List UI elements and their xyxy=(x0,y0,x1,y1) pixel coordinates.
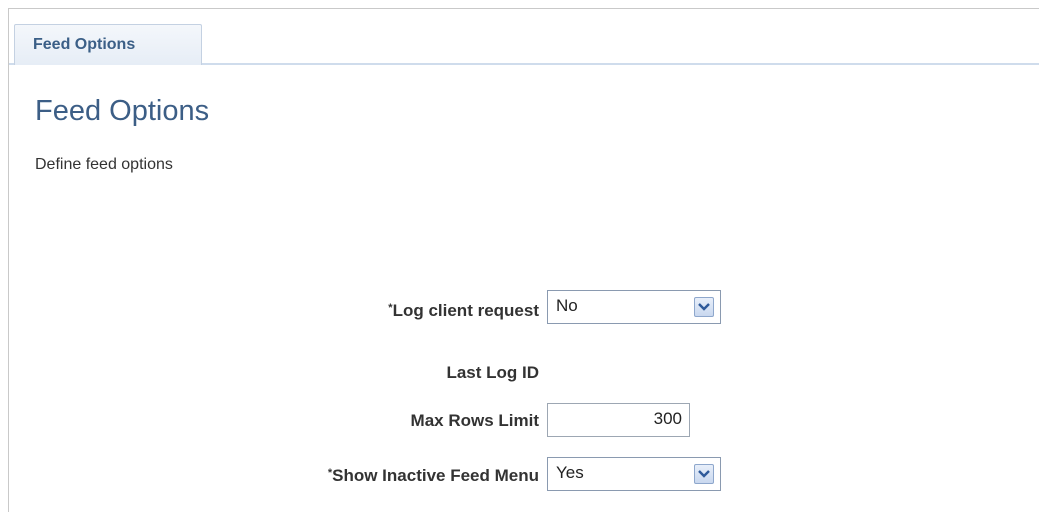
log-client-request-label-text: Log client request xyxy=(392,301,539,320)
last-log-id-label: Last Log ID xyxy=(446,363,539,382)
page-title: Feed Options xyxy=(35,95,210,127)
page-frame xyxy=(8,8,1039,512)
page-description: Define feed options xyxy=(35,156,173,173)
max-rows-limit-input[interactable]: 300 xyxy=(547,403,690,437)
chevron-down-icon[interactable] xyxy=(694,464,714,484)
log-client-request-label: *Log client request xyxy=(388,301,539,321)
chevron-down-icon[interactable] xyxy=(694,297,714,317)
max-rows-limit-label: Max Rows Limit xyxy=(410,411,539,430)
log-client-request-value: No xyxy=(556,296,578,315)
show-inactive-feed-menu-select[interactable]: Yes xyxy=(547,457,721,491)
tab-feed-options[interactable]: Feed Options xyxy=(14,24,202,65)
show-inactive-feed-menu-value: Yes xyxy=(556,463,584,482)
log-client-request-select[interactable]: No xyxy=(547,290,721,324)
tab-label: Feed Options xyxy=(33,36,136,53)
show-inactive-feed-menu-label-text: Show Inactive Feed Menu xyxy=(332,466,539,485)
show-inactive-feed-menu-label: *Show Inactive Feed Menu xyxy=(328,466,539,486)
